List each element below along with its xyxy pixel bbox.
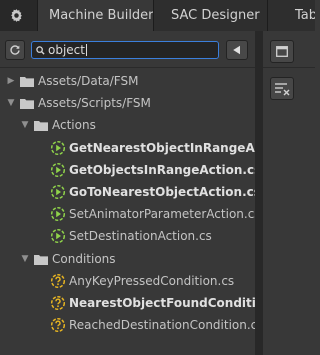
- side-toolbar: [263, 31, 315, 355]
- action-script-icon: [50, 162, 66, 178]
- tree-item-actions[interactable]: ▼ Actions: [0, 114, 275, 136]
- condition-script-icon: [50, 317, 66, 333]
- chevron-down-icon[interactable]: ▼: [6, 98, 16, 108]
- tab-bar: Machine Builder SAC Designer Tab: [0, 0, 315, 31]
- window-button[interactable]: [270, 40, 294, 63]
- tree-item-label: Conditions: [52, 252, 116, 266]
- folder-icon: [34, 120, 48, 131]
- tree-item-label: GetObjectsInRangeAction.cs: [69, 163, 262, 177]
- condition-script-icon: [50, 295, 66, 311]
- condition-script-icon: [50, 273, 66, 289]
- action-script-icon: [50, 228, 66, 244]
- triangle-left-icon: [233, 45, 240, 55]
- refresh-icon: [10, 45, 20, 55]
- gear-icon[interactable]: [0, 0, 32, 31]
- tree-item-label: SetAnimatorParameterAction.cs: [69, 207, 261, 221]
- search-icon: [36, 45, 45, 55]
- tab-overflow[interactable]: Tab: [268, 0, 315, 31]
- file-tree-pane: object ▶ Assets/Data/FSM ▼ Assets/Script…: [0, 31, 289, 355]
- action-script-icon: [50, 140, 66, 156]
- tree-item-label: NearestObjectFoundCondition.c: [69, 296, 285, 310]
- divider: [0, 67, 255, 68]
- tree-item-assets-scripts-fsm[interactable]: ▼ Assets/Scripts/FSM: [0, 92, 261, 114]
- checklist-clear-icon: [275, 82, 290, 95]
- tree-item-assets-data-fsm[interactable]: ▶ Assets/Data/FSM: [0, 70, 261, 92]
- folder-icon: [20, 98, 34, 109]
- window-icon: [276, 46, 288, 57]
- pane-splitter[interactable]: [255, 31, 263, 355]
- tree-item-label: Assets/Data/FSM: [38, 74, 139, 88]
- divider: [263, 67, 315, 68]
- tab-machine-builder[interactable]: Machine Builder: [38, 0, 153, 31]
- search-input[interactable]: object: [31, 41, 219, 59]
- folder-icon: [34, 254, 48, 265]
- tree-item-conditions[interactable]: ▼ Conditions: [0, 248, 275, 270]
- action-script-icon: [50, 206, 66, 222]
- tree-item-label: ReachedDestinationCondition.cs: [69, 318, 264, 332]
- chevron-down-icon[interactable]: ▼: [20, 120, 30, 130]
- action-script-icon: [50, 184, 66, 200]
- collapse-panel-button[interactable]: [226, 40, 248, 60]
- tree-item-label: Actions: [52, 118, 96, 132]
- tree-item-label: SetDestinationAction.cs: [69, 229, 212, 243]
- folder-icon: [20, 76, 34, 87]
- tree-item-label: AnyKeyPressedCondition.cs: [69, 274, 235, 288]
- tree-item-label: Assets/Scripts/FSM: [38, 96, 151, 110]
- tab-sac-designer[interactable]: SAC Designer: [154, 0, 267, 31]
- clear-checklist-button[interactable]: [270, 77, 294, 100]
- search-value: object: [48, 43, 85, 57]
- text-caret: [85, 44, 87, 56]
- refresh-button[interactable]: [5, 40, 25, 60]
- chevron-right-icon[interactable]: ▶: [6, 76, 16, 86]
- chevron-down-icon[interactable]: ▼: [20, 254, 30, 264]
- tree-item-label: GoToNearestObjectAction.cs: [69, 185, 261, 199]
